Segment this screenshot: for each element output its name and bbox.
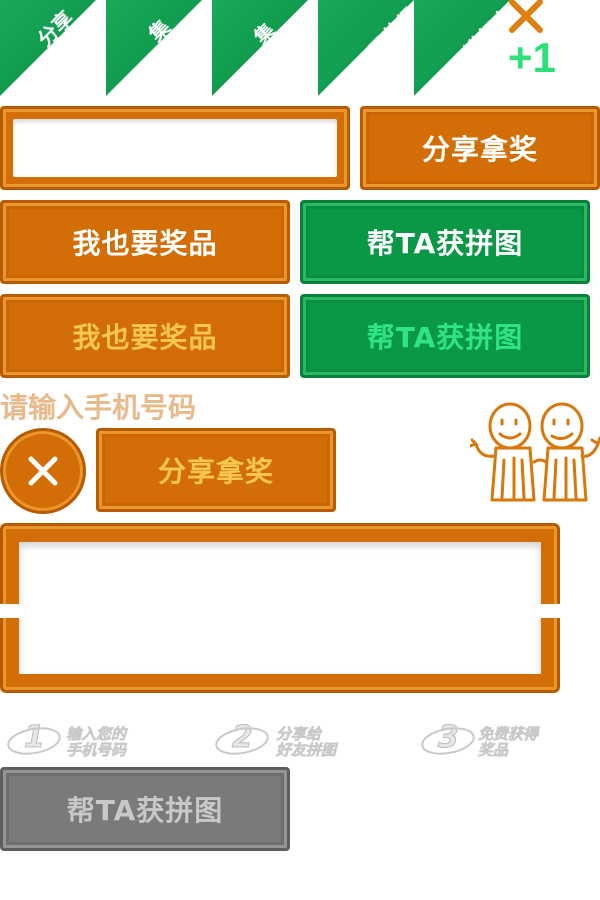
want-prize-button-pressed[interactable]: 我也要奖品 [0, 294, 290, 378]
content-area [19, 542, 541, 674]
step-3: 3 免费获得 奖品 [420, 720, 590, 760]
help-puzzle-button-pressed[interactable]: 帮TA获拼图 [300, 294, 590, 378]
step-circle-icon [7, 727, 61, 755]
close-icon [28, 456, 58, 486]
phone-input[interactable] [13, 119, 337, 177]
help-puzzle-button[interactable]: 帮TA获拼图 [300, 200, 590, 284]
ribbon-line1: 集 [250, 19, 280, 49]
step-circle-icon [215, 727, 269, 755]
ribbon-collect-18: 集 18块拼图 [212, 0, 308, 96]
step-2: 2 分享给 好友拼图 [214, 720, 384, 760]
step-text-line1: 输入您的 [66, 725, 127, 743]
step-circle-icon [421, 727, 475, 755]
plus-one-label: +1 [508, 34, 556, 81]
step-text-line1: 免费获得 [478, 725, 539, 743]
ribbon-collect-8: 集 8块拼图 [106, 0, 202, 96]
step-text-line2: 奖品 [478, 741, 509, 759]
want-prize-button[interactable]: 我也要奖品 [0, 200, 290, 284]
phone-placeholder-text: 请输入手机号码 [0, 391, 197, 424]
close-x-icon[interactable] [508, 0, 544, 34]
step-1: 1 输入您的 手机号码 [6, 720, 176, 760]
help-puzzle-button-disabled[interactable]: 帮TA获拼图 [0, 767, 290, 851]
step-text-line2: 好友拼图 [276, 741, 337, 759]
frame-notch-left [0, 604, 24, 618]
ribbon-share-get: 分享 即得 [0, 0, 96, 96]
ribbon-obtained: 已获得 [318, 0, 414, 96]
ribbon-line1: 集 [143, 15, 176, 47]
step-text-line1: 分享给 [276, 725, 322, 743]
phone-input-frame [0, 106, 350, 190]
step-text-line2: 手机号码 [66, 741, 127, 759]
frame-notch-right [536, 604, 560, 618]
friends-doodle-icon [470, 402, 600, 502]
share-prize-button[interactable]: 分享拿奖 [360, 106, 600, 190]
ribbon-in-progress: 进行中 [414, 0, 510, 96]
circle-close-button[interactable] [0, 428, 86, 514]
content-frame [0, 523, 560, 693]
share-prize-button-pressed[interactable]: 分享拿奖 [96, 428, 336, 512]
